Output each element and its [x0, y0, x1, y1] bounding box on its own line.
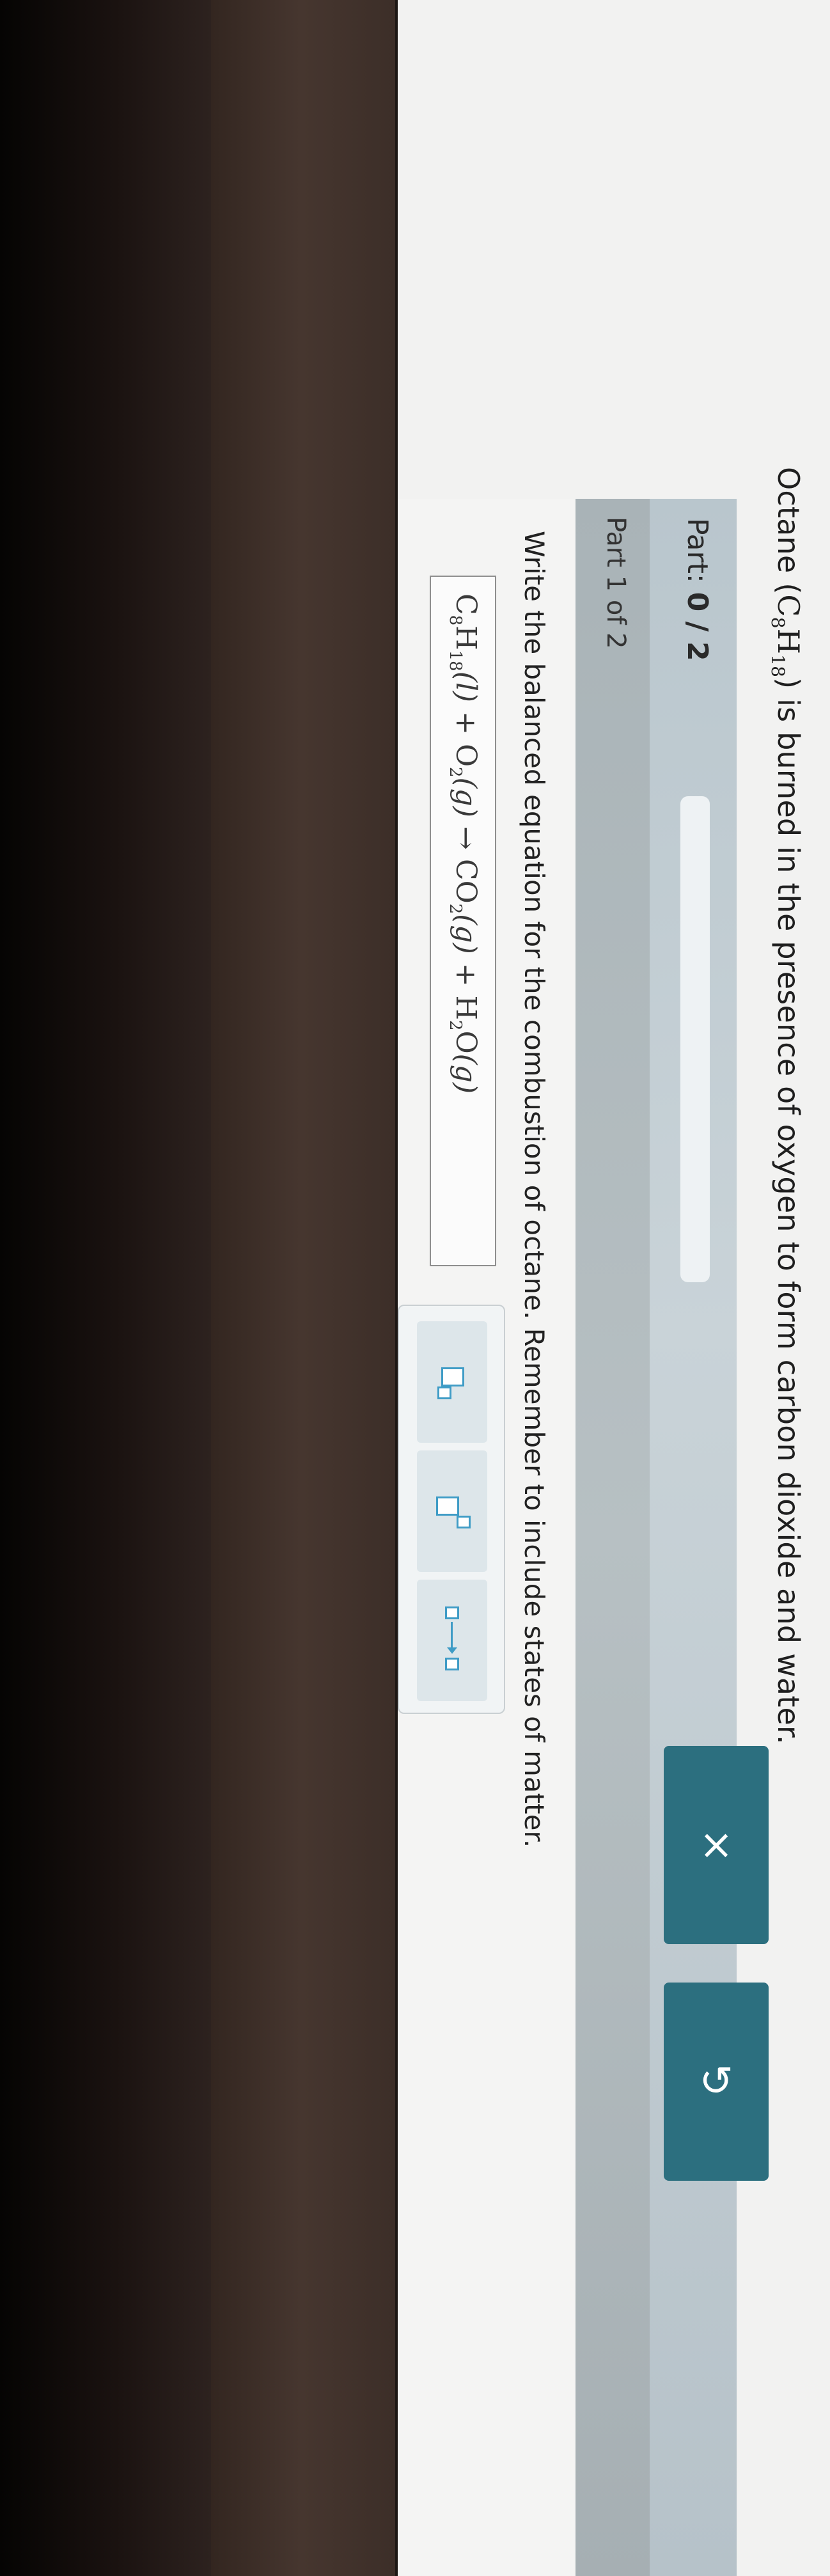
octane-formula: C8H18: [767, 594, 806, 677]
eq-o2-state: (g): [450, 777, 482, 818]
eq-h2o-state: (g): [450, 1053, 482, 1094]
subscript-box-icon: [417, 1321, 487, 1443]
clear-button[interactable]: ×: [664, 1746, 769, 1944]
close-x-icon: ×: [699, 1821, 733, 1869]
eq-plus-2: +: [450, 962, 482, 987]
question-text: Octane (C8H18) is burned in the presence…: [767, 467, 806, 1745]
eq-octane-h: H: [450, 625, 482, 650]
eq-plus-1: +: [450, 711, 482, 735]
eq-octane-c: C: [450, 593, 482, 615]
eq-h2o-h: H: [450, 995, 482, 1021]
equation-toolbox: [398, 1305, 505, 1714]
reaction-arrow-button[interactable]: [417, 1580, 487, 1701]
sub-part-label: Part 1 of 2: [601, 517, 630, 649]
eq-octane-c-sub: 8: [446, 615, 466, 626]
eq-co2: CO: [450, 858, 482, 904]
background-dark-area: [0, 0, 211, 2576]
part-label-text: Part:: [681, 518, 714, 592]
reaction-arrow-icon: [417, 1580, 487, 1701]
superscript-box-icon: [417, 1450, 487, 1572]
background-monitor-bezel: [211, 0, 398, 2576]
eq-co2-state: (g): [450, 914, 482, 954]
subscript-button[interactable]: [417, 1321, 487, 1443]
eq-octane-h-sub: 18: [446, 650, 466, 671]
equation-text: C8H18(l) + O2(g) → CO2(g) + H2O(g): [446, 593, 482, 1094]
instruction-text: Write the balanced equation for the comb…: [519, 531, 550, 1848]
undo-icon: ↺: [699, 2058, 733, 2105]
formula-c: C: [771, 594, 806, 617]
formula-c-subscript: 8: [767, 617, 788, 629]
formula-h: H: [771, 628, 806, 655]
eq-co2-sub: 2: [446, 903, 466, 915]
undo-button[interactable]: ↺: [664, 1983, 769, 2181]
assignment-page: Octane (C8H18) is burned in the presence…: [398, 0, 830, 2576]
part-score: 0 / 2: [681, 592, 714, 661]
sub-part-bar: [576, 499, 650, 2576]
progress-bar: [680, 796, 710, 1282]
eq-h2o-sub: 2: [446, 1020, 466, 1031]
formula-h-subscript: 18: [767, 654, 788, 678]
eq-o2: O: [450, 743, 482, 767]
eq-o2-sub: 2: [446, 767, 466, 778]
eq-h2o-o: O: [450, 1030, 482, 1054]
eq-octane-state: (l): [450, 671, 482, 703]
photo-canvas: Octane (C8H18) is burned in the presence…: [0, 0, 830, 2576]
part-label: Part: 0 / 2: [681, 518, 714, 661]
eq-arrow: →: [450, 826, 482, 850]
superscript-button[interactable]: [417, 1450, 487, 1572]
question-prefix: Octane (: [771, 467, 806, 595]
question-suffix: ) is burned in the presence of oxygen to…: [771, 677, 806, 1745]
